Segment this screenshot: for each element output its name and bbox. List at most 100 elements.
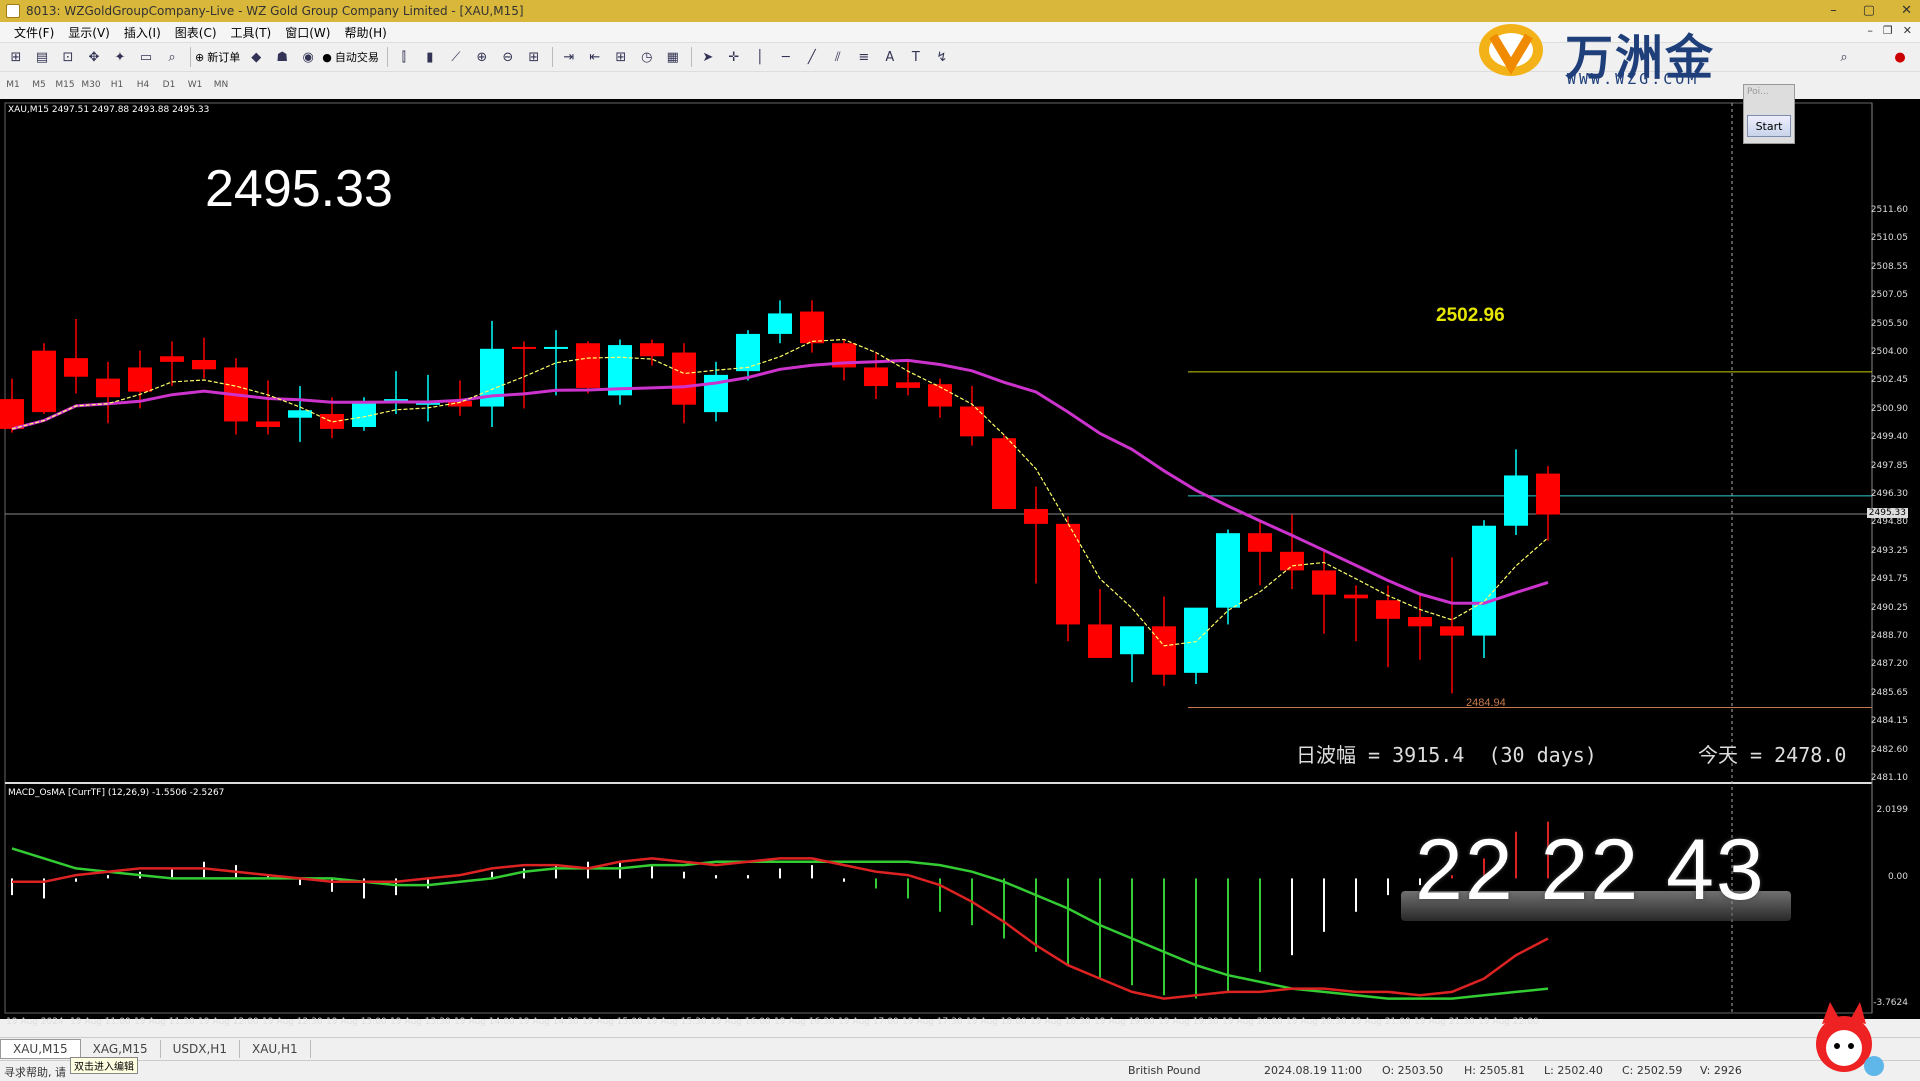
time-axis-label: 19 Aug 15:00 (582, 1017, 643, 1027)
timeframe-w1[interactable]: W1 (182, 80, 208, 90)
chart-shift-icon[interactable]: ⇥ (559, 47, 579, 67)
terminal-icon[interactable]: ▭ (136, 47, 156, 67)
window-title: 8013: WZGoldGroupCompany-Live - WZ Gold … (26, 4, 524, 18)
menu-item-tools[interactable]: 工具(T) (231, 24, 272, 41)
tab-usdx-h1[interactable]: USDX,H1 (161, 1040, 240, 1058)
toolbar-separator (386, 47, 388, 67)
timeframe-mn[interactable]: MN (208, 80, 234, 90)
timeframe-m5[interactable]: M5 (26, 80, 52, 90)
fibonacci-icon[interactable]: ≡ (854, 47, 874, 67)
zoom-out-icon[interactable]: ⊖ (498, 47, 518, 67)
tab-xau-h1[interactable]: XAU,H1 (240, 1040, 311, 1058)
profiles-icon[interactable]: ▤ (32, 47, 52, 67)
status-bar: 寻求帮助, 请 British Pound 2024.08.19 11:00 O… (0, 1060, 1920, 1081)
chart-window[interactable]: XAU,M15 2497.51 2497.88 2493.88 2495.33 … (0, 99, 1920, 1027)
tab-xau-m15[interactable]: XAU,M15 (0, 1039, 81, 1059)
indicators-icon[interactable]: ⊞ (611, 47, 631, 67)
candle-body (1472, 525, 1496, 636)
crosshair-icon[interactable]: ✛ (724, 47, 744, 67)
signals-icon[interactable]: ☗ (272, 47, 292, 67)
timeframe-m1[interactable]: M1 (0, 80, 26, 90)
channel-icon[interactable]: ⫽ (828, 47, 848, 67)
child-window-controls: – ❐ ✕ (1867, 24, 1912, 37)
menu-item-window[interactable]: 窗口(W) (285, 24, 330, 41)
time-axis-label: 19 Aug 21:30 (1414, 1017, 1475, 1027)
candle-body (1536, 473, 1560, 515)
menu-item-file[interactable]: 文件(F) (14, 24, 54, 41)
candle-body (896, 382, 920, 388)
time-axis-label: 19 Aug 14:30 (518, 1017, 579, 1027)
menu-item-insert[interactable]: 插入(I) (124, 24, 161, 41)
text-icon[interactable]: A (880, 47, 900, 67)
candle-body (992, 438, 1016, 509)
menu-item-charts[interactable]: 图表(C) (175, 24, 217, 41)
timeframe-m30[interactable]: M30 (78, 80, 104, 90)
meta-editor-icon[interactable]: ◆ (246, 47, 266, 67)
price-axis-label: 2488.70 (1870, 631, 1908, 641)
candle-body (736, 333, 760, 372)
navigator-icon[interactable]: ✥ (84, 47, 104, 67)
trendline-icon[interactable]: ╱ (802, 47, 822, 67)
maximize-icon[interactable]: ▢ (1863, 0, 1875, 22)
candle-body (1184, 607, 1208, 673)
menu-item-view[interactable]: 显示(V) (68, 24, 110, 41)
auto-trading-button[interactable]: ● 自动交易 (322, 49, 379, 65)
timeframe-h4[interactable]: H4 (130, 80, 156, 90)
price-axis-label: 2505.50 (1870, 318, 1908, 329)
child-restore-icon[interactable]: ❐ (1883, 24, 1893, 37)
candle-body (256, 421, 280, 428)
tab-xag-m15[interactable]: XAG,M15 (81, 1040, 161, 1058)
candle-chart-icon[interactable]: ▮ (420, 47, 440, 67)
macd-label: MACD_OsMA [CurrTF] (12,26,9) -1.5506 -2.… (8, 788, 225, 798)
cursor-icon[interactable]: ➤ (698, 47, 718, 67)
zoom-in-icon[interactable]: ⊕ (472, 47, 492, 67)
brand-logo: 万洲金业 WWW.WZG.COM (1465, 10, 1755, 156)
timeframe-h1[interactable]: H1 (104, 80, 130, 90)
search-icon[interactable]: ⌕ (1834, 47, 1854, 67)
bar-chart-icon[interactable]: ⫿ (394, 47, 414, 67)
templates-icon[interactable]: ▦ (663, 47, 683, 67)
menu-item-help[interactable]: 帮助(H) (344, 24, 386, 41)
window-controls: – ▢ ✕ (1830, 0, 1912, 22)
candle-body (768, 313, 792, 334)
low-level-label: 2484.94 (1466, 697, 1506, 709)
vertical-line-icon[interactable]: │ (750, 47, 770, 67)
notification-icon[interactable]: ● (1890, 47, 1910, 67)
ma-slow-line (11, 358, 1549, 605)
start-panel: Poi... Start (1743, 84, 1795, 144)
arrows-icon[interactable]: ↯ (932, 47, 952, 67)
text-label-icon[interactable]: T (906, 47, 926, 67)
time-axis-label: 19 Aug 20:30 (1286, 1017, 1347, 1027)
price-axis-label: 2508.55 (1870, 261, 1908, 272)
candle-body (544, 346, 568, 349)
market-watch-icon[interactable]: ⊡ (58, 47, 78, 67)
child-close-icon[interactable]: ✕ (1903, 24, 1912, 37)
timeframe-m15[interactable]: M15 (52, 80, 78, 90)
mascot-icon (1816, 1002, 1884, 1076)
child-minimize-icon[interactable]: – (1867, 24, 1873, 37)
current-price-tag: 2495.33 (1866, 507, 1908, 518)
toolbar-separator (690, 47, 692, 67)
new-order-button[interactable]: ⊕ 新订单 (195, 49, 240, 65)
clock-text: 22 22 43 (1415, 822, 1766, 918)
horizontal-line-icon[interactable]: ─ (776, 47, 796, 67)
candle-body (1376, 600, 1400, 619)
close-icon[interactable]: ✕ (1901, 0, 1912, 22)
tester-icon[interactable]: ⌕ (162, 47, 182, 67)
market-icon[interactable]: ◉ (298, 47, 318, 67)
candle-body (1120, 626, 1144, 655)
data-window-icon[interactable]: ✦ (110, 47, 130, 67)
line-chart-icon[interactable]: ⟋ (446, 47, 466, 67)
candle-body (1024, 508, 1048, 524)
timeframe-d1[interactable]: D1 (156, 80, 182, 90)
minimize-icon[interactable]: – (1830, 0, 1837, 22)
big-price: 2495.33 (205, 160, 393, 218)
autoscroll-icon[interactable]: ⇤ (585, 47, 605, 67)
tile-windows-icon[interactable]: ⊞ (524, 47, 544, 67)
candle-body (1216, 533, 1240, 608)
tooltip: 双击进入编辑 (70, 1057, 138, 1074)
price-axis-label: 2487.20 (1870, 659, 1908, 670)
periods-icon[interactable]: ◷ (637, 47, 657, 67)
start-button[interactable]: Start (1747, 115, 1791, 137)
new-chart-icon[interactable]: ⊞ (6, 47, 26, 67)
